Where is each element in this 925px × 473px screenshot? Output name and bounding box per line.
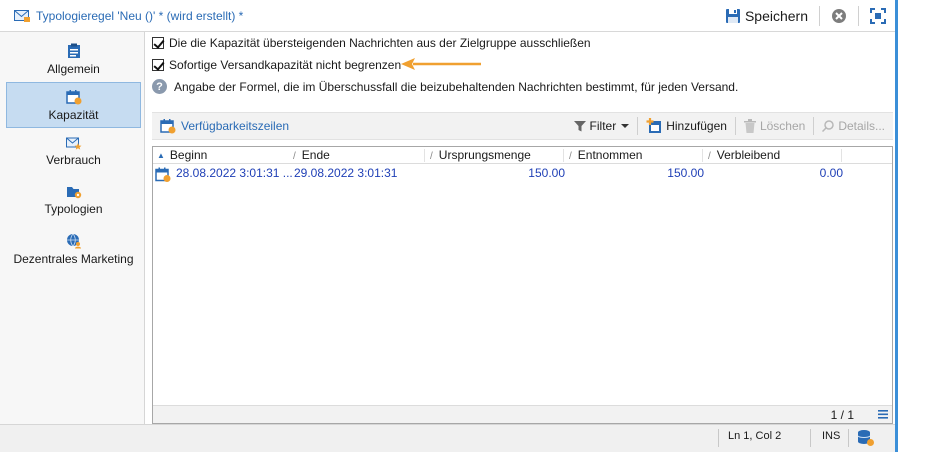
folder-gear-icon (66, 187, 81, 199)
search-icon (822, 120, 835, 132)
column-header-ursprungsmenge[interactable]: / Ursprungsmenge (430, 147, 531, 164)
column-divider (702, 149, 703, 162)
calendar-capacity-icon (160, 119, 176, 134)
column-marker-icon: / (293, 151, 296, 162)
cell-beginn: 28.08.2022 3:01:31 ... (176, 166, 293, 180)
availability-lines-title: Verfügbarkeitszeilen (181, 119, 290, 133)
exclude-excess-label: Die die Kapazität übersteigenden Nachric… (169, 36, 591, 50)
formula-info: ? Angabe der Formel, die im Überschussfa… (152, 79, 738, 94)
sort-ascending-icon: ▲ (157, 151, 165, 160)
column-header-verbleibend[interactable]: / Verbleibend (708, 147, 780, 164)
cell-entnommen: 150.00 (667, 166, 704, 180)
filter-button[interactable]: Filter (570, 119, 634, 133)
title-bar: Typologieregel 'Neu ()' * (wird erstellt… (0, 0, 895, 32)
cancel-button[interactable] (826, 4, 852, 28)
cursor-position: Ln 1, Col 2 (728, 430, 782, 442)
globe-people-icon (66, 233, 81, 248)
add-label: Hinzufügen (666, 119, 727, 133)
filter-label: Filter (589, 119, 617, 133)
menu-lines-icon[interactable] (878, 410, 888, 419)
unlimited-capacity-checkbox[interactable] (152, 59, 164, 71)
callout-arrow-icon (401, 58, 481, 70)
add-calendar-icon (646, 118, 662, 133)
database-status-icon[interactable] (857, 429, 875, 447)
insert-mode: INS (822, 430, 841, 442)
column-divider (424, 149, 425, 162)
delete-label: Löschen (759, 119, 806, 133)
window-title: Typologieregel 'Neu ()' * (wird erstellt… (36, 8, 244, 23)
typology-rule-window: Typologieregel 'Neu ()' * (wird erstellt… (0, 0, 898, 452)
column-divider (563, 149, 564, 162)
status-separator (810, 429, 811, 447)
sidebar-item-label: Verbrauch (46, 152, 101, 167)
fullscreen-icon (870, 8, 886, 24)
exclude-excess-checkbox[interactable] (152, 37, 164, 49)
window-frame (895, 0, 898, 452)
delete-button[interactable]: Löschen (740, 119, 809, 133)
floppy-disk-icon (725, 9, 740, 23)
add-button[interactable]: Hinzufügen (642, 118, 731, 134)
sidebar: Allgemein Kapazität Verbrauch Typologien… (0, 32, 145, 424)
toolbar-separator (813, 117, 815, 135)
sidebar-item-allgemein[interactable]: Allgemein (6, 36, 141, 82)
column-marker-icon: / (569, 151, 572, 162)
save-button-label: Speichern (744, 8, 808, 24)
unlimited-capacity-option[interactable]: Sofortige Versandkapazität nicht begrenz… (152, 58, 401, 72)
chevron-down-icon[interactable] (621, 122, 630, 130)
status-separator (848, 429, 849, 447)
availability-grid: ▲ Beginn / Ende / Ursprungsmenge / Entnommen… (152, 146, 893, 424)
pager-text: 1 / 1 (830, 408, 854, 422)
funnel-icon (573, 121, 586, 132)
details-button[interactable]: Details... (818, 119, 889, 133)
save-button[interactable]: Speichern (720, 4, 813, 28)
toolbar-separator (819, 6, 820, 26)
sidebar-item-kapazitaet[interactable]: Kapazität (6, 82, 141, 128)
grid-footer: 1 / 1 (153, 405, 892, 423)
trash-icon (743, 119, 756, 133)
availability-lines-header: Verfügbarkeitszeilen (152, 118, 289, 134)
question-icon: ? (152, 79, 167, 94)
calendar-capacity-icon (155, 167, 171, 182)
column-divider (841, 149, 842, 162)
unlimited-capacity-label: Sofortige Versandkapazität nicht begrenz… (169, 58, 402, 72)
clipboard-icon (67, 43, 80, 58)
availability-toolbar: Verfügbarkeitszeilen Filter Hinzufügen L… (152, 112, 893, 140)
toolbar-separator (734, 117, 736, 135)
toolbar-separator (637, 117, 639, 135)
sidebar-item-verbrauch[interactable]: Verbrauch (6, 128, 141, 174)
column-header-entnommen[interactable]: / Entnommen (569, 147, 642, 164)
sidebar-item-label: Kapazität (48, 107, 99, 122)
details-label: Details... (838, 119, 885, 133)
cell-ursprungsmenge: 150.00 (528, 166, 565, 180)
status-separator (718, 429, 719, 447)
calendar-capacity-icon (65, 89, 81, 104)
sidebar-item-label: Dezentrales Marketing (13, 251, 134, 266)
envelope-rule-icon (14, 9, 30, 22)
exclude-excess-option[interactable]: Die die Kapazität übersteigenden Nachric… (152, 36, 591, 50)
cell-verbleibend: 0.00 (819, 166, 843, 180)
sidebar-item-dezentrales-marketing[interactable]: Dezentrales Marketing (6, 226, 141, 272)
sidebar-item-label: Allgemein (47, 61, 100, 76)
column-header-beginn[interactable]: ▲ Beginn (157, 147, 207, 164)
cell-ende: 29.08.2022 3:01:31 (294, 166, 398, 180)
maximize-button[interactable] (865, 4, 891, 28)
capacity-panel: Die die Kapazität übersteigenden Nachric… (145, 32, 895, 424)
status-bar: Ln 1, Col 2 INS (0, 424, 895, 452)
table-row[interactable]: 28.08.2022 3:01:31 ... 29.08.2022 3:01:3… (154, 165, 891, 182)
toolbar-separator (858, 6, 859, 26)
formula-info-text: Angabe der Formel, die im Überschussfall… (174, 79, 739, 94)
sidebar-item-label: Typologien (44, 202, 103, 216)
column-header-ende[interactable]: / Ende (293, 147, 330, 164)
grid-header: ▲ Beginn / Ende / Ursprungsmenge / Entnommen… (153, 147, 892, 164)
column-marker-icon: / (708, 151, 711, 162)
sidebar-item-typologien[interactable]: Typologien (6, 177, 141, 223)
close-circle-icon (832, 9, 846, 23)
column-marker-icon: / (430, 151, 433, 162)
envelope-star-icon (65, 137, 81, 150)
